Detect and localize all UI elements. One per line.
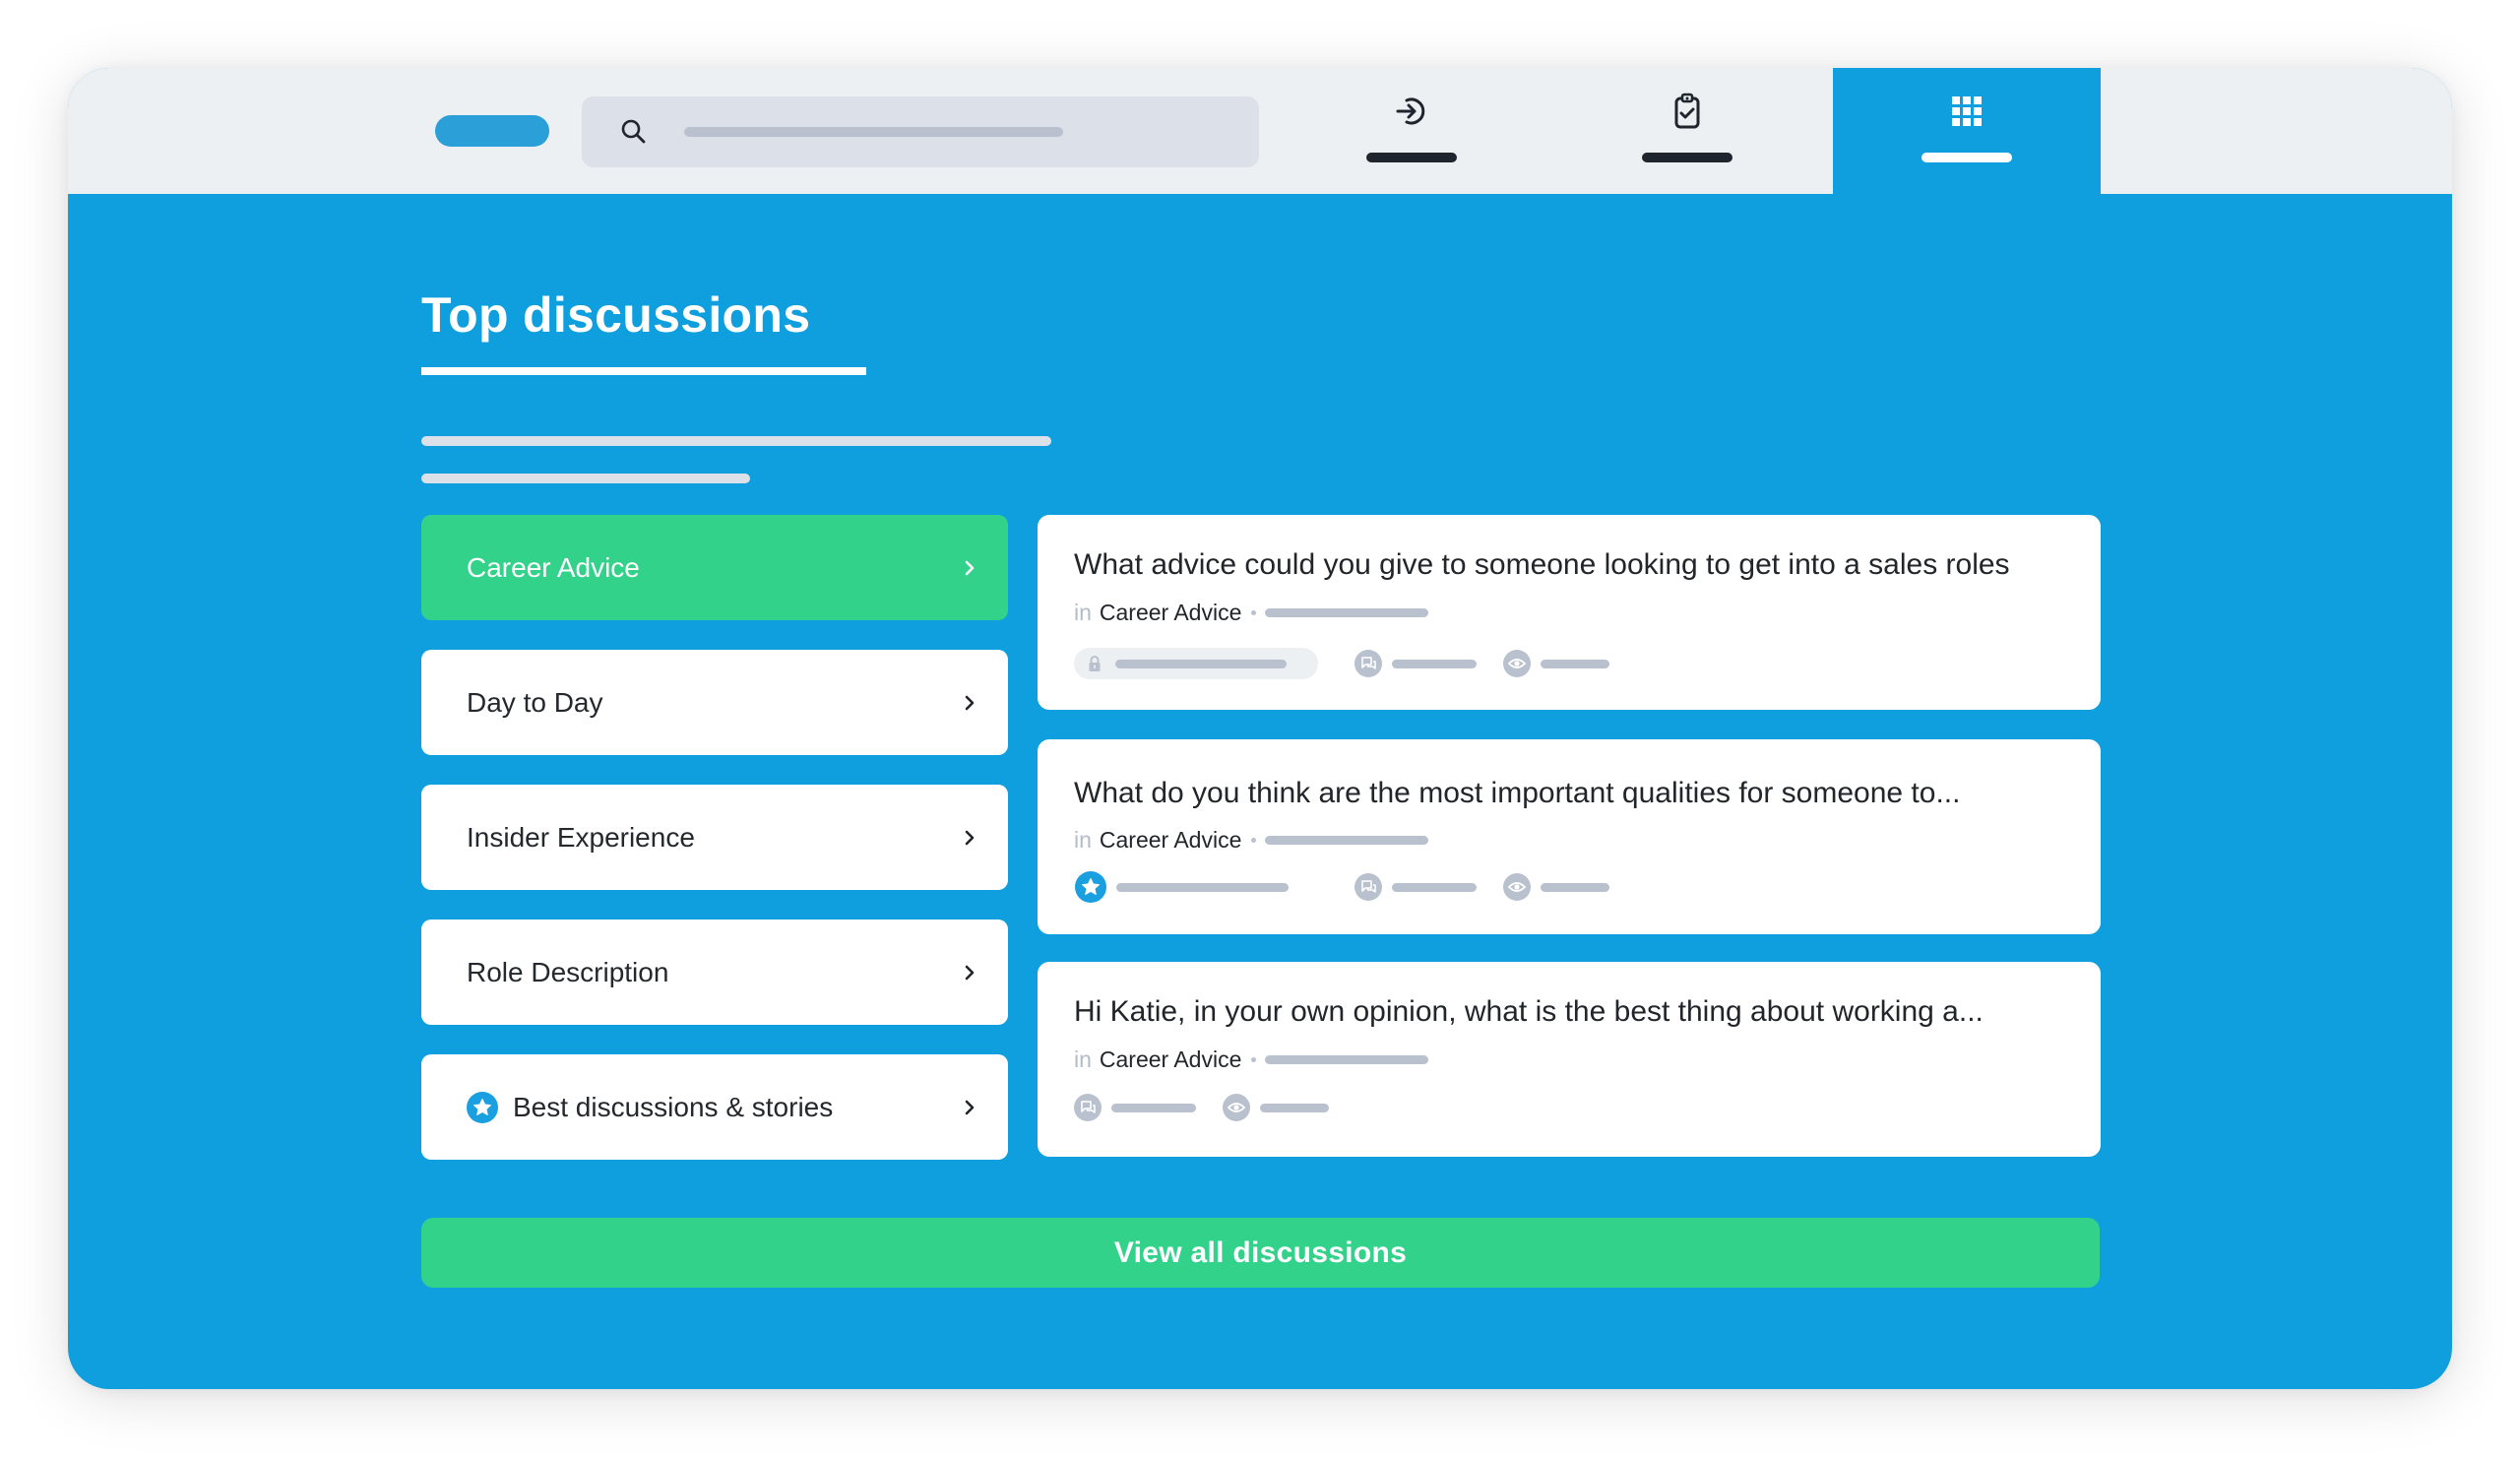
tab-login[interactable] bbox=[1313, 68, 1510, 194]
discussion-title[interactable]: What advice could you give to someone lo… bbox=[1074, 548, 2010, 582]
views-stat bbox=[1503, 647, 1609, 680]
chevron-right-icon bbox=[965, 695, 975, 711]
discussion-stats bbox=[1074, 647, 2058, 680]
category-label: Role Description bbox=[467, 957, 669, 987]
search-input[interactable] bbox=[582, 96, 1259, 167]
meta-placeholder-bar bbox=[1265, 835, 1429, 845]
tab-apps-indicator bbox=[1922, 153, 2012, 162]
chevron-right-icon bbox=[965, 1100, 975, 1115]
meta-placeholder-bar bbox=[1265, 607, 1429, 617]
meta-separator-dot bbox=[1251, 1056, 1257, 1062]
featured-badge bbox=[1075, 870, 1289, 904]
views-count-bar bbox=[1541, 882, 1609, 892]
category-day-to-day[interactable]: Day to Day bbox=[421, 650, 1008, 755]
chevron-right-icon bbox=[965, 560, 975, 576]
tab-login-indicator bbox=[1366, 153, 1457, 162]
view-all-discussions-button[interactable]: View all discussions bbox=[421, 1218, 2100, 1288]
discussion-stats bbox=[1074, 1091, 2058, 1124]
meta-in-label: in bbox=[1074, 826, 1092, 853]
description-placeholder-line bbox=[421, 436, 1051, 446]
discussion-card[interactable]: What advice could you give to someone lo… bbox=[1038, 515, 2101, 710]
chevron-right-icon bbox=[965, 830, 975, 846]
comments-count-bar bbox=[1111, 1103, 1196, 1112]
category-role-description[interactable]: Role Description bbox=[421, 919, 1008, 1025]
comments-count-bar bbox=[1392, 882, 1477, 892]
meta-category-link[interactable]: Career Advice bbox=[1100, 1046, 1241, 1073]
category-career-advice[interactable]: Career Advice bbox=[421, 515, 1008, 620]
comments-count-bar bbox=[1392, 659, 1477, 668]
comments-icon bbox=[1074, 1094, 1102, 1121]
discussion-meta: in Career Advice bbox=[1074, 598, 1429, 627]
private-badge bbox=[1074, 648, 1318, 679]
tab-tasks-indicator bbox=[1642, 153, 1732, 162]
meta-separator-dot bbox=[1251, 609, 1257, 615]
category-label: Career Advice bbox=[467, 552, 640, 583]
chevron-right-icon bbox=[965, 965, 975, 981]
eye-icon bbox=[1503, 873, 1531, 901]
star-badge-icon bbox=[467, 1092, 498, 1123]
meta-in-label: in bbox=[1074, 599, 1092, 625]
tab-apps[interactable] bbox=[1833, 68, 2101, 194]
meta-category-link[interactable]: Career Advice bbox=[1100, 600, 1241, 626]
discussion-meta: in Career Advice bbox=[1074, 1045, 1429, 1074]
comments-stat bbox=[1354, 870, 1477, 904]
discussion-title[interactable]: What do you think are the most important… bbox=[1074, 777, 1960, 810]
meta-category-link[interactable]: Career Advice bbox=[1100, 827, 1241, 854]
category-label: Insider Experience bbox=[467, 822, 695, 853]
tab-tasks[interactable] bbox=[1589, 68, 1786, 194]
login-icon bbox=[1396, 97, 1425, 125]
eye-icon bbox=[1223, 1094, 1250, 1121]
meta-separator-dot bbox=[1251, 837, 1257, 843]
search-placeholder-bar bbox=[684, 127, 1063, 137]
category-label: Best discussions & stories bbox=[513, 1092, 834, 1122]
badge-placeholder-bar bbox=[1115, 660, 1287, 668]
title-underline bbox=[421, 367, 866, 375]
search-icon bbox=[621, 119, 646, 144]
discussion-card[interactable]: Hi Katie, in your own opinion, what is t… bbox=[1038, 962, 2101, 1157]
discussion-title[interactable]: Hi Katie, in your own opinion, what is t… bbox=[1074, 995, 1984, 1029]
eye-icon bbox=[1503, 650, 1531, 677]
grid-icon bbox=[1952, 96, 1982, 126]
views-stat bbox=[1503, 870, 1609, 904]
top-nav-bar bbox=[68, 68, 2452, 194]
discussion-card[interactable]: What do you think are the most important… bbox=[1038, 739, 2101, 934]
logo[interactable] bbox=[435, 115, 549, 147]
meta-placeholder-bar bbox=[1265, 1054, 1429, 1064]
comments-stat bbox=[1354, 647, 1477, 680]
discussion-stats bbox=[1074, 870, 2058, 904]
star-badge-icon bbox=[1075, 871, 1106, 903]
meta-in-label: in bbox=[1074, 1046, 1092, 1072]
category-best-discussions[interactable]: Best discussions & stories bbox=[421, 1054, 1008, 1160]
comments-stat bbox=[1074, 1091, 1196, 1124]
views-count-bar bbox=[1260, 1103, 1329, 1112]
app-window: Top discussions Career Advice Day to Day… bbox=[68, 68, 2452, 1389]
category-insider-experience[interactable]: Insider Experience bbox=[421, 785, 1008, 890]
comments-icon bbox=[1354, 650, 1382, 677]
lock-icon bbox=[1089, 656, 1101, 671]
description-placeholder-line bbox=[421, 474, 750, 483]
discussion-meta: in Career Advice bbox=[1074, 825, 1429, 855]
badge-placeholder-bar bbox=[1116, 882, 1289, 892]
views-count-bar bbox=[1541, 659, 1609, 668]
views-stat bbox=[1223, 1091, 1329, 1124]
category-label: Day to Day bbox=[467, 687, 603, 718]
clipboard-check-icon bbox=[1674, 93, 1700, 129]
comments-icon bbox=[1354, 873, 1382, 901]
page-title: Top discussions bbox=[421, 287, 811, 343]
